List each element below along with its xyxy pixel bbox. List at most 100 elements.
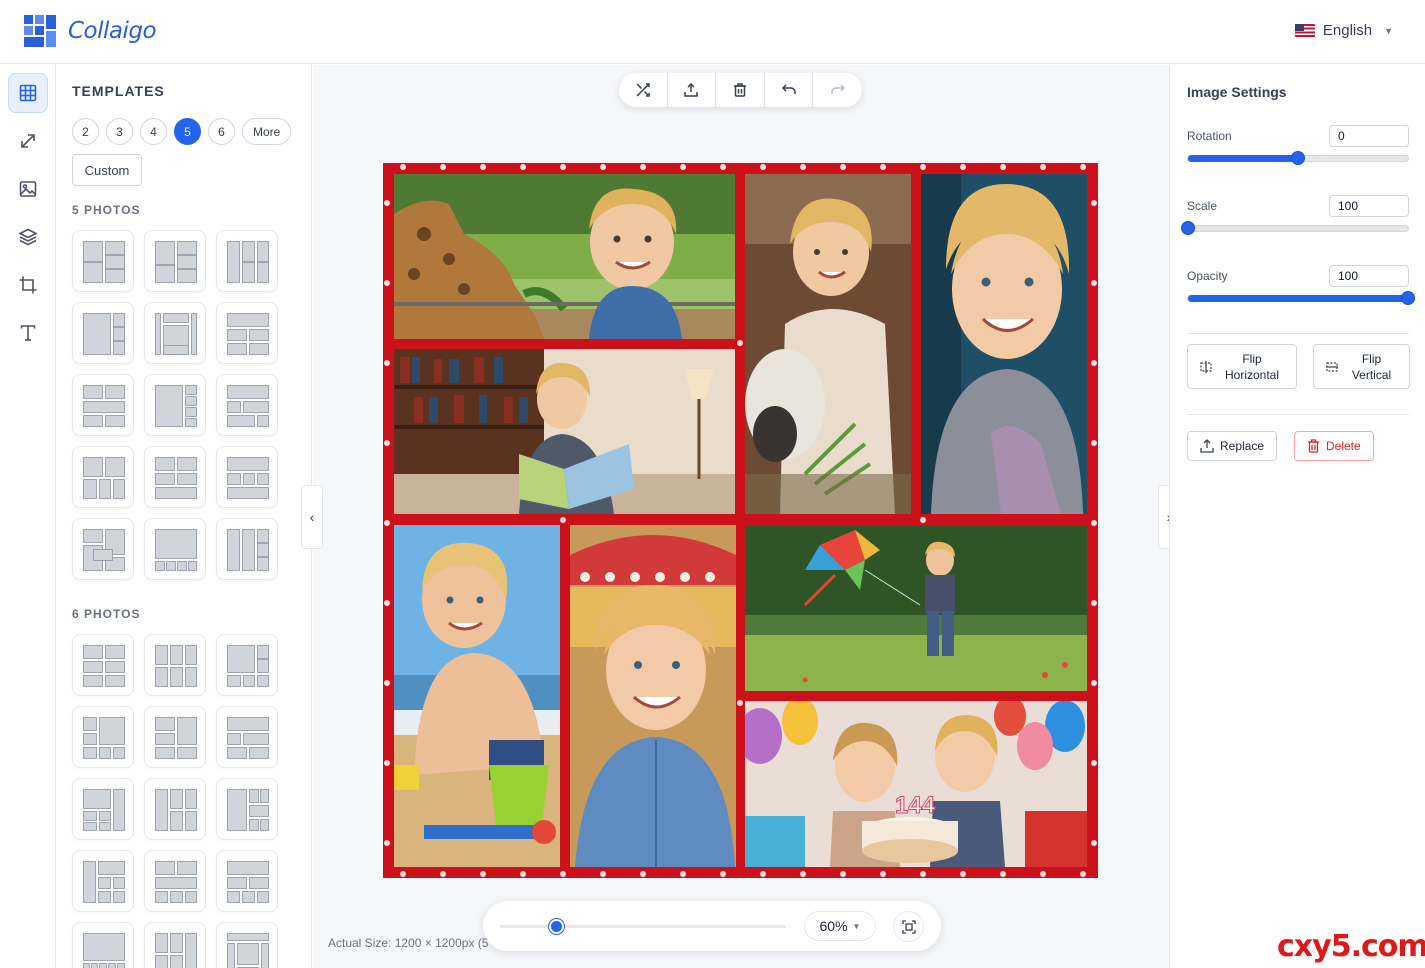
caret-down-icon: ▼ <box>1384 25 1393 36</box>
template-layout-icon <box>155 861 197 903</box>
five-photo-template-8[interactable] <box>144 374 206 436</box>
zoom-slider-track[interactable] <box>500 925 786 928</box>
photo-closeup[interactable] <box>921 174 1087 514</box>
template-layout-icon <box>83 789 125 831</box>
template-layout-icon <box>83 645 125 687</box>
templates-panel: TEMPLATES 2 3 4 5 6 More Custom 5 PHOTOS… <box>56 64 312 968</box>
photo-library[interactable] <box>394 349 735 514</box>
five-photo-template-12[interactable] <box>216 446 278 508</box>
scale-input[interactable] <box>1329 195 1409 217</box>
photo-carousel[interactable] <box>570 525 736 867</box>
six-photo-template-9[interactable] <box>216 778 278 840</box>
six-photo-template-8[interactable] <box>144 778 206 840</box>
five-photo-template-6[interactable] <box>216 302 278 364</box>
count-5-button[interactable]: 5 <box>174 118 201 145</box>
flip-horizontal-button[interactable]: Flip Horizontal <box>1187 344 1297 389</box>
template-layout-icon <box>227 717 269 759</box>
rotation-slider-fill <box>1188 155 1298 162</box>
five-photo-template-2[interactable] <box>144 230 206 292</box>
photo-carousel-image <box>570 525 736 867</box>
template-layout-icon <box>227 789 269 831</box>
count-2-button[interactable]: 2 <box>72 118 99 145</box>
custom-template-button[interactable]: Custom <box>72 154 142 186</box>
six-photo-template-14[interactable] <box>144 922 206 968</box>
five-photo-template-15[interactable] <box>216 518 278 580</box>
six-photo-template-4[interactable] <box>72 706 134 768</box>
six-photo-template-12[interactable] <box>216 850 278 912</box>
template-layout-icon <box>83 933 125 968</box>
layers-tool-button[interactable] <box>8 217 48 257</box>
shuffle-button[interactable] <box>619 73 668 107</box>
app-name: Collaigo <box>68 18 157 44</box>
six-photo-template-1[interactable] <box>72 634 134 696</box>
five-photo-template-7[interactable] <box>72 374 134 436</box>
six-photo-template-3[interactable] <box>216 634 278 696</box>
undo-icon <box>781 84 796 94</box>
five-photo-template-11[interactable] <box>144 446 206 508</box>
six-photo-template-2[interactable] <box>144 634 206 696</box>
count-3-button[interactable]: 3 <box>106 118 133 145</box>
five-photo-template-14[interactable] <box>144 518 206 580</box>
six-photo-template-10[interactable] <box>72 850 134 912</box>
six-photo-template-5[interactable] <box>144 706 206 768</box>
opacity-slider-handle[interactable] <box>1401 291 1415 305</box>
template-layout-icon <box>155 717 197 759</box>
scale-slider-handle[interactable] <box>1181 221 1195 235</box>
delete-image-button[interactable]: Delete <box>1294 431 1374 461</box>
photo-beach[interactable] <box>394 525 560 867</box>
undo-button[interactable] <box>765 73 814 107</box>
zoom-slider-handle[interactable] <box>549 919 565 934</box>
export-icon <box>684 82 699 97</box>
five-photo-template-13[interactable] <box>72 518 134 580</box>
rotation-input[interactable] <box>1329 125 1409 147</box>
five-photo-template-10[interactable] <box>72 446 134 508</box>
photo-kite[interactable] <box>745 525 1087 691</box>
photo-lamb[interactable] <box>745 174 911 514</box>
five-photo-template-3[interactable] <box>216 230 278 292</box>
grid-icon <box>19 84 37 102</box>
delete-label: Delete <box>1326 439 1361 453</box>
template-layout-icon <box>155 241 197 283</box>
fit-to-screen-button[interactable] <box>893 911 924 942</box>
language-selector[interactable]: English ▼ <box>1294 22 1393 39</box>
photo-giraffe-image <box>394 174 735 339</box>
redo-button[interactable] <box>813 73 862 107</box>
zoom-level-select[interactable]: 60% ▼ <box>804 911 876 941</box>
five-photo-template-9[interactable] <box>216 374 278 436</box>
more-counts-button[interactable]: More <box>242 118 292 145</box>
photo-giraffe[interactable] <box>394 174 735 339</box>
flip-vertical-icon <box>1326 361 1338 372</box>
scale-slider[interactable] <box>1181 221 1409 235</box>
opacity-input[interactable] <box>1329 265 1409 287</box>
count-6-button[interactable]: 6 <box>208 118 235 145</box>
five-photo-template-5[interactable] <box>144 302 206 364</box>
export-button[interactable] <box>668 73 717 107</box>
six-photo-template-7[interactable] <box>72 778 134 840</box>
replace-image-button[interactable]: Replace <box>1187 431 1278 461</box>
opacity-slider[interactable] <box>1187 291 1415 305</box>
count-4-button[interactable]: 4 <box>140 118 167 145</box>
photo-birthday[interactable]: 144 <box>745 701 1087 867</box>
flip-vertical-button[interactable]: Flip Vertical <box>1313 344 1410 389</box>
chevron-left-icon: ‹ <box>309 509 315 525</box>
text-tool-button[interactable] <box>8 313 48 353</box>
photo-library-image <box>394 349 735 514</box>
crop-tool-button[interactable] <box>8 265 48 305</box>
six-photo-template-6[interactable] <box>216 706 278 768</box>
delete-toolbar-button[interactable] <box>716 73 765 107</box>
resize-tool-button[interactable] <box>8 121 48 161</box>
rotation-slider[interactable] <box>1187 151 1409 165</box>
flip-horizontal-icon <box>1200 360 1212 373</box>
six-photo-template-13[interactable] <box>72 922 134 968</box>
collapse-left-panel-button[interactable]: ‹ <box>301 485 323 549</box>
five-photo-template-1[interactable] <box>72 230 134 292</box>
photo-birthday-image: 144 <box>745 701 1087 867</box>
six-photo-template-11[interactable] <box>144 850 206 912</box>
rotation-slider-handle[interactable] <box>1291 151 1305 165</box>
collaigo-logo-icon[interactable] <box>24 15 56 47</box>
five-photo-template-4[interactable] <box>72 302 134 364</box>
templates-tool-button[interactable] <box>8 73 48 113</box>
image-tool-button[interactable] <box>8 169 48 209</box>
template-layout-icon <box>83 861 125 903</box>
six-photo-template-15[interactable] <box>216 922 278 968</box>
